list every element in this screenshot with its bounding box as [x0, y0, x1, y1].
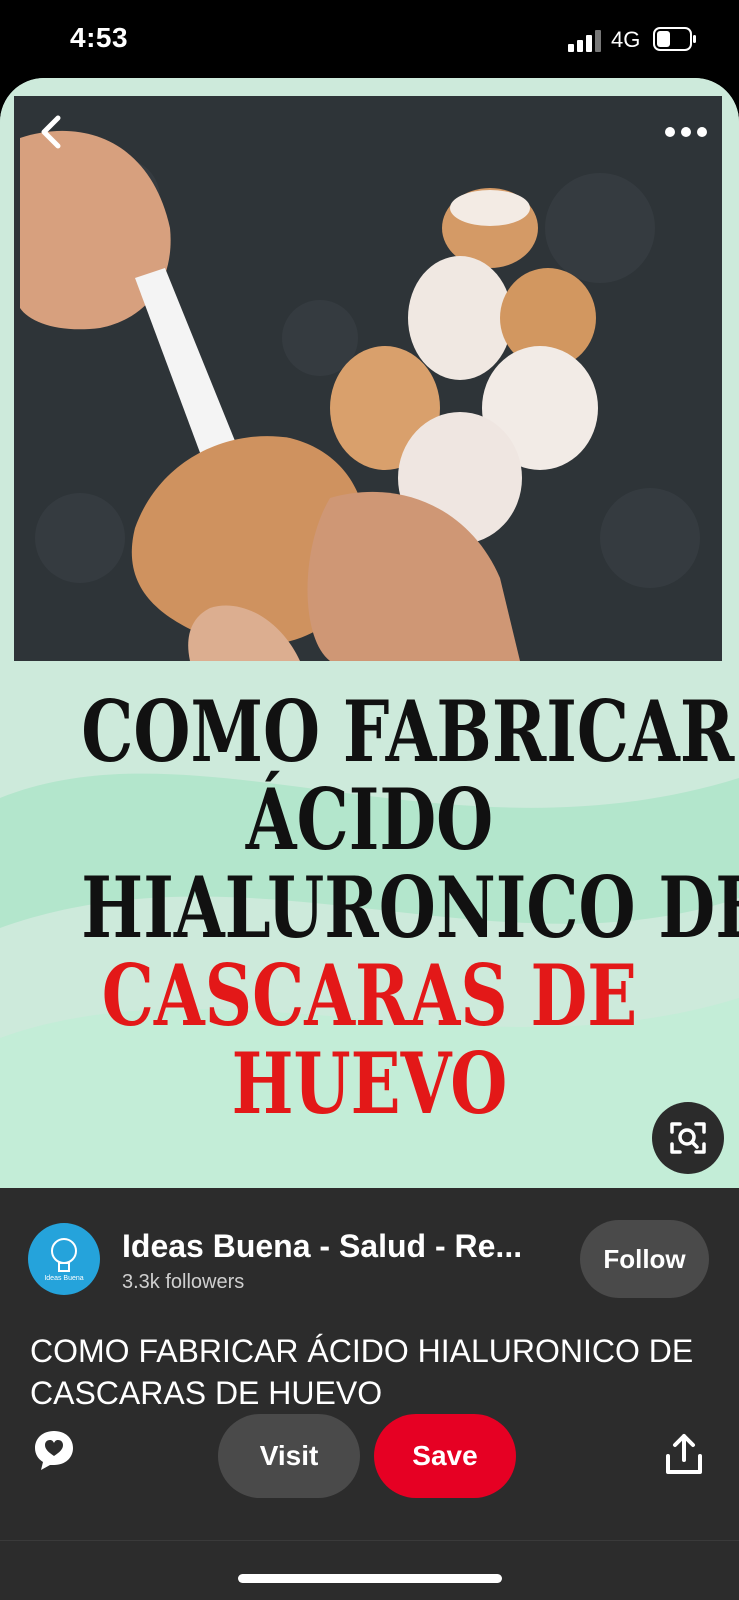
lightbulb-icon — [51, 1238, 77, 1272]
status-bar: 4:53 4G — [0, 0, 739, 80]
headline-line-red: HUEVO — [231, 1034, 508, 1133]
home-indicator[interactable] — [238, 1574, 502, 1583]
network-type: 4G — [611, 27, 641, 52]
more-options-icon[interactable] — [664, 118, 708, 146]
divider — [0, 1540, 739, 1541]
comment-icon[interactable] — [32, 1428, 76, 1472]
save-button[interactable]: Save — [374, 1414, 516, 1498]
follow-button[interactable]: Follow — [580, 1220, 709, 1298]
avatar[interactable]: Ideas Buena — [28, 1223, 100, 1295]
headline-line: ÁCIDO — [245, 770, 494, 869]
image-headline: COMO FABRICAR ÁCIDO HIALURONICO DE CASCA… — [81, 682, 739, 1133]
pin-card[interactable]: COMO FABRICAR ÁCIDO HIALURONICO DE CASCA… — [0, 78, 739, 1188]
headline-line: HIALURONICO DE — [81, 858, 739, 957]
status-time: 4:53 — [70, 22, 129, 53]
visual-search-icon — [670, 1122, 706, 1154]
headline-line: COMO FABRICAR — [81, 682, 735, 781]
creator-name[interactable]: Ideas Buena - Salud - Re... — [122, 1228, 522, 1265]
pin-details-panel: Ideas Buena Ideas Buena - Salud - Re... … — [0, 1188, 739, 1600]
follower-count: 3.3k followers — [122, 1271, 245, 1293]
visual-search-button[interactable] — [652, 1102, 724, 1174]
avatar-label: Ideas Buena — [44, 1275, 84, 1282]
visit-button[interactable]: Visit — [218, 1414, 360, 1498]
share-icon[interactable] — [664, 1432, 704, 1476]
pin-title: COMO FABRICAR ÁCIDO HIALURONICO DE CASCA… — [30, 1333, 694, 1411]
battery-icon — [653, 27, 696, 51]
back-icon[interactable] — [30, 110, 74, 154]
headline-line-red: CASCARAS DE — [101, 946, 638, 1045]
signal-icon — [568, 30, 601, 52]
